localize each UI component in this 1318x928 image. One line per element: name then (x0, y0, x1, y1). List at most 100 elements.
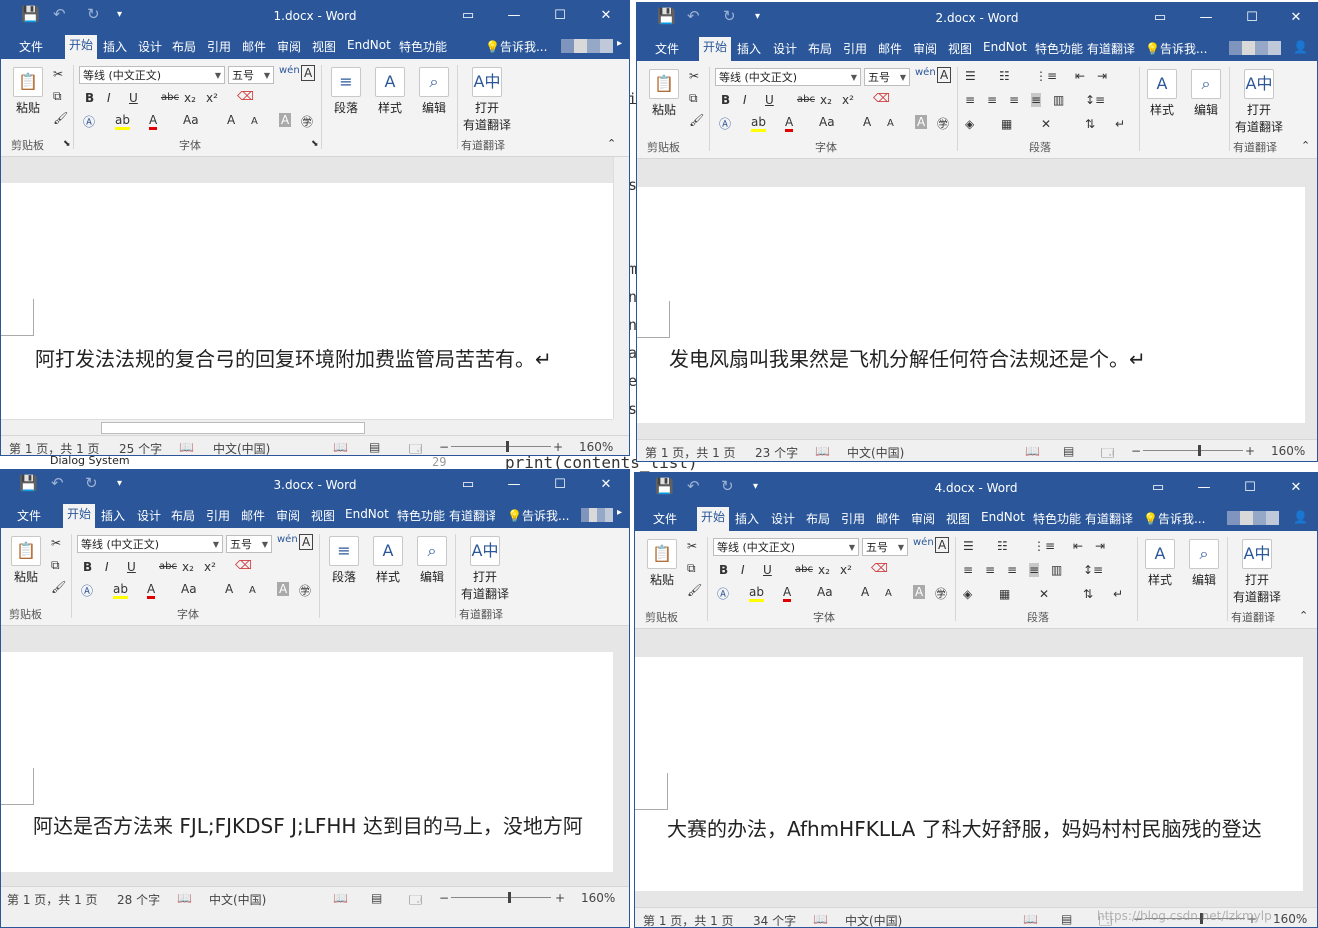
dialog-launcher-icon[interactable]: ⬊ (63, 139, 71, 149)
zoom-slider[interactable] (451, 897, 551, 898)
font-size-combo[interactable]: 五号 ▼ (226, 535, 272, 553)
minimize-button[interactable]: — (501, 474, 527, 496)
tab-insert[interactable]: 插入 (735, 510, 759, 527)
decrease-indent-icon[interactable]: ⇤ (1073, 539, 1083, 553)
char-border-icon[interactable]: A (935, 537, 950, 553)
open-translate-button[interactable]: A中 打开 有道翻译 (461, 67, 513, 133)
phonetic-guide-icon[interactable]: wén (913, 537, 934, 548)
paragraph-button[interactable]: ≡ 段落 (325, 536, 363, 585)
word-count[interactable]: 23 个字 (755, 444, 798, 461)
tab-home[interactable]: 开始 (699, 37, 732, 61)
zoom-out-icon[interactable]: − (439, 891, 449, 905)
maximize-button[interactable]: ☐ (1239, 7, 1265, 29)
document-text[interactable]: 阿打发法法规的复合弓的回复环境附加费监管局苦苦有。↵ (35, 343, 611, 372)
editing-button[interactable]: ⌕ 编辑 (413, 536, 451, 585)
tab-features[interactable]: 特色功能 (1035, 40, 1083, 57)
paste-button[interactable]: 📋 粘贴 (11, 67, 45, 116)
char-shading-icon[interactable]: A (277, 582, 290, 596)
maximize-button[interactable]: ☐ (547, 5, 573, 27)
read-mode-icon[interactable]: 📖 (333, 440, 348, 454)
zoom-level[interactable]: 160% (1271, 444, 1305, 458)
justify-icon[interactable]: ≡ (1029, 563, 1040, 577)
tab-endnote[interactable]: EndNot (983, 40, 1027, 54)
person-icon[interactable]: 👤 (1293, 40, 1308, 54)
read-mode-icon[interactable]: 📖 (1023, 912, 1038, 926)
ribbon-display-icon[interactable]: ▭ (455, 474, 481, 496)
maximize-button[interactable]: ☐ (547, 474, 573, 496)
superscript-button[interactable]: x² (842, 93, 854, 107)
underline-button[interactable]: U (127, 560, 136, 574)
tab-review[interactable]: 审阅 (276, 507, 300, 524)
zoom-slider-thumb[interactable] (1198, 445, 1201, 456)
change-case-button[interactable]: Aa (181, 582, 197, 596)
line-spacing-icon[interactable]: ↕≡ (1085, 93, 1105, 107)
cut-icon[interactable]: ✂ (687, 539, 697, 553)
document-text[interactable]: 发电风扇叫我果然是飞机分解任何符合法规还是个。↵ (669, 343, 1299, 372)
tab-endnote[interactable]: EndNot (347, 38, 391, 52)
account-avatar[interactable] (561, 39, 613, 53)
tab-design[interactable]: 设计 (137, 507, 161, 524)
web-layout-icon[interactable]: 🗔 (409, 891, 422, 912)
enclose-char-icon[interactable]: ㊫ (935, 585, 947, 602)
language-status[interactable]: 中文(中国) (847, 444, 904, 461)
cut-icon[interactable]: ✂ (689, 69, 699, 83)
copy-icon[interactable]: ⧉ (687, 561, 696, 576)
open-translate-button[interactable]: A中 打开 有道翻译 (1231, 539, 1283, 605)
strikethrough-button[interactable]: abc (795, 564, 813, 575)
change-case-button[interactable]: Aa (183, 113, 199, 127)
format-painter-icon[interactable]: 🖌 (51, 580, 66, 594)
subscript-button[interactable]: x₂ (820, 93, 832, 107)
minimize-button[interactable]: — (1191, 477, 1217, 499)
align-center-icon[interactable]: ≡ (987, 93, 997, 107)
phonetic-guide-icon[interactable]: wén (277, 534, 298, 545)
tab-mailings[interactable]: 邮件 (242, 38, 266, 55)
numbering-icon[interactable]: ☷ (999, 69, 1010, 83)
italic-button[interactable]: I (741, 563, 745, 577)
close-button[interactable]: ✕ (593, 474, 619, 496)
tell-me-box[interactable]: 💡告诉我... (507, 507, 573, 524)
bold-button[interactable]: B (719, 563, 728, 577)
format-painter-icon[interactable]: 🖌 (53, 111, 68, 125)
numbering-icon[interactable]: ☷ (997, 539, 1008, 553)
chinese-layout-icon[interactable]: ✕ (1041, 117, 1051, 131)
sort-icon[interactable]: ⇅ (1083, 587, 1093, 601)
underline-button[interactable]: U (765, 93, 774, 107)
align-center-icon[interactable]: ≡ (985, 563, 995, 577)
zoom-slider[interactable] (451, 446, 551, 447)
underline-button[interactable]: U (763, 563, 772, 577)
font-color-icon[interactable]: A (783, 585, 792, 602)
char-shading-icon[interactable]: A (279, 113, 292, 127)
document-text[interactable]: 阿达是否方法来 FJL;FJKDSF J;LFHH 达到目的马上，没地方阿 (33, 810, 613, 839)
word-count[interactable]: 25 个字 (119, 440, 162, 455)
font-color-icon[interactable]: A (149, 113, 158, 130)
grow-font-button[interactable]: A (227, 113, 235, 127)
account-avatar[interactable] (1227, 511, 1279, 525)
font-color-icon[interactable]: A (785, 115, 794, 132)
grow-font-button[interactable]: A (861, 585, 869, 599)
phonetic-guide-icon[interactable]: wén (915, 67, 936, 78)
open-translate-button[interactable]: A中 打开 有道翻译 (459, 536, 511, 602)
show-marks-icon[interactable]: ↵ (1115, 117, 1125, 131)
tab-references[interactable]: 引用 (841, 510, 865, 527)
shrink-font-button[interactable]: A (887, 118, 894, 129)
align-left-icon[interactable]: ≡ (965, 93, 975, 107)
tab-layout[interactable]: 布局 (171, 507, 195, 524)
align-left-icon[interactable]: ≡ (963, 563, 973, 577)
clear-formatting-icon[interactable]: ⌫ (871, 561, 888, 575)
read-mode-icon[interactable]: 📖 (333, 891, 348, 905)
italic-button[interactable]: I (743, 93, 747, 107)
zoom-level[interactable]: 160% (581, 891, 615, 905)
phonetic-guide-icon[interactable]: wén (279, 65, 300, 76)
increase-indent-icon[interactable]: ⇥ (1095, 539, 1105, 553)
paste-button[interactable]: 📋 粘贴 (9, 536, 43, 585)
font-size-combo[interactable]: 五号 ▼ (228, 66, 274, 84)
char-shading-icon[interactable]: A (915, 115, 928, 129)
tab-view[interactable]: 视图 (948, 40, 972, 57)
highlight-icon[interactable]: ab (113, 582, 128, 599)
superscript-button[interactable]: x² (206, 91, 218, 105)
tab-file[interactable]: 文件 (655, 40, 679, 57)
zoom-level[interactable]: 160% (1273, 912, 1307, 926)
tab-youdao[interactable]: 有道翻译 (449, 507, 495, 524)
format-painter-icon[interactable]: 🖌 (689, 113, 704, 127)
font-name-combo[interactable]: 等线 (中文正文) ▼ (713, 538, 859, 556)
